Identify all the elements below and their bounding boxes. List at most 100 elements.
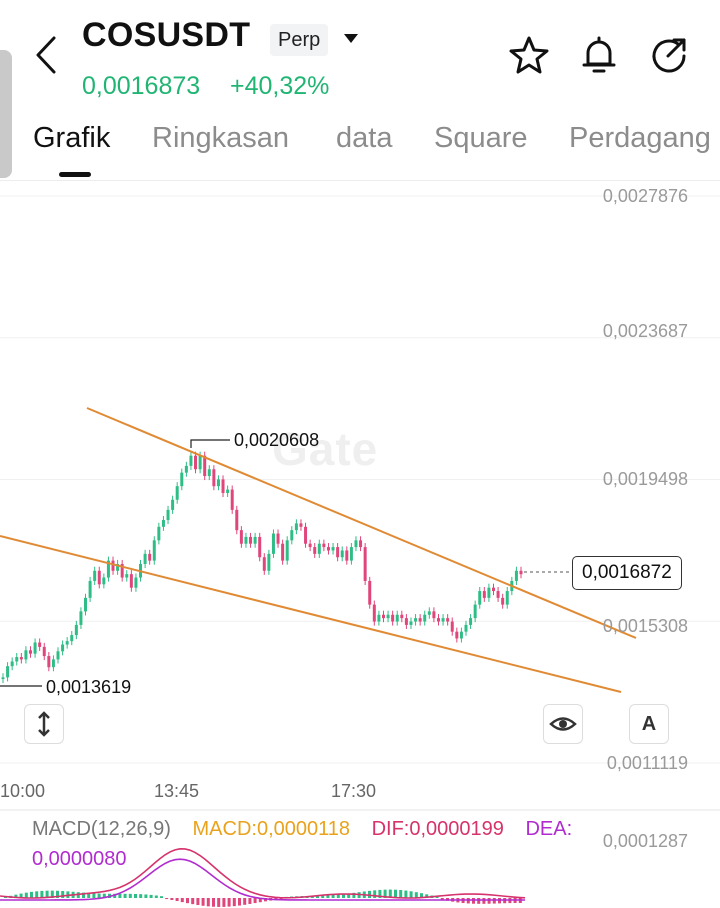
candle-body [491, 587, 495, 592]
price-change-percent: +40,32% [230, 72, 330, 100]
candle-body [152, 540, 156, 561]
macd-histogram-bar [35, 891, 39, 898]
macd-histogram-bar [487, 898, 491, 904]
candle-body [391, 614, 395, 622]
macd-histogram-bar [128, 893, 132, 898]
tab-grafik[interactable]: Grafik [33, 122, 110, 155]
favorite-button[interactable] [508, 34, 550, 76]
candle-body [317, 543, 321, 554]
macd-histogram-bar [477, 898, 481, 904]
vertical-resize-icon [38, 711, 50, 737]
candle-body [56, 651, 60, 660]
candle-body [29, 650, 33, 654]
candle-body [249, 536, 253, 544]
candle-body [38, 642, 42, 647]
bell-icon [582, 36, 616, 73]
candle-body [125, 574, 129, 578]
candle-body [313, 547, 317, 554]
candle-body [418, 618, 422, 622]
candle-body [226, 489, 230, 493]
candle-body [33, 642, 37, 654]
tab-bar: Grafik Ringkasan data Square Perdagang [0, 118, 720, 178]
macd-histogram-bar [30, 891, 33, 898]
back-button[interactable] [30, 30, 66, 80]
resize-chart-button[interactable] [24, 704, 64, 744]
candle-body [258, 536, 262, 558]
candle-body [267, 553, 271, 571]
candle-body [161, 520, 165, 527]
candle-body [239, 530, 243, 544]
price-alert-button[interactable] [578, 34, 620, 76]
macd-histogram-bar [253, 898, 257, 904]
candle-body [436, 618, 440, 622]
high-annotation-leader [190, 439, 230, 448]
macd-histogram-bar [373, 890, 377, 898]
candle-body [276, 533, 280, 544]
candle-body [322, 543, 326, 548]
candle-body [230, 489, 234, 510]
macd-histogram-bar [191, 898, 195, 905]
macd-legend: MACD(12,26,9) MACD:0,0000118 DIF:0,00001… [32, 818, 572, 841]
candle-body [51, 659, 55, 668]
candle-body [409, 621, 413, 625]
candle-body [216, 479, 220, 487]
tab-ringkasan[interactable]: Ringkasan [152, 122, 289, 155]
contract-type-badge[interactable]: Perp [270, 24, 329, 56]
y-tick-label: 0,0019498 [602, 469, 688, 489]
candle-body [478, 591, 482, 605]
candle-body [143, 553, 147, 565]
candle-body [432, 611, 436, 619]
tab-square[interactable]: Square [434, 122, 528, 155]
macd-histogram-bar [196, 898, 200, 906]
lower-trendline [0, 535, 622, 693]
macd-histogram-bar [175, 898, 179, 902]
share-button[interactable] [648, 34, 690, 76]
candle-body [15, 657, 19, 662]
candle-body [262, 557, 266, 571]
back-arrow-icon [36, 36, 56, 74]
tab-perdagangan[interactable]: Perdagang [569, 122, 720, 155]
x-tick-label: 10:00 [0, 781, 46, 801]
candle-body [308, 543, 312, 548]
chevron-down-icon[interactable] [344, 34, 358, 43]
candle-body [464, 624, 468, 632]
candle-body [482, 591, 486, 598]
candle-body [102, 577, 106, 585]
macd-histogram-bar [61, 891, 65, 898]
candle-body [184, 465, 188, 473]
candle-body [359, 540, 363, 548]
eye-icon [549, 717, 577, 731]
macd-histogram-bar [154, 895, 158, 898]
tab-data[interactable]: data [336, 122, 392, 155]
candle-body [331, 547, 335, 551]
candle-body [212, 469, 216, 487]
candle-body [285, 540, 289, 561]
candle-body [469, 618, 473, 625]
auto-scale-button[interactable]: A [629, 704, 669, 744]
macd-histogram-bar [243, 898, 247, 905]
dif-value: DIF:0,0000199 [371, 818, 504, 840]
macd-histogram-bar [399, 890, 403, 898]
candle-body [84, 597, 88, 612]
upper-trendline [86, 407, 637, 639]
candle-body [70, 635, 74, 642]
high-price-annotation: 0,0020608 [234, 430, 320, 450]
toggle-visibility-button[interactable] [543, 704, 583, 744]
candle-body [74, 624, 78, 636]
x-tick-label: 13:45 [154, 781, 200, 801]
candle-body [519, 570, 523, 575]
macd-histogram-bar [170, 898, 174, 901]
candle-body [455, 631, 459, 639]
candle-body [61, 644, 65, 652]
candle-body [207, 469, 211, 477]
candle-body [290, 530, 294, 541]
candle-body [271, 533, 275, 554]
macd-histogram-bar [97, 893, 101, 898]
macd-histogram-bar [118, 893, 122, 898]
candle-body [340, 550, 344, 558]
candle-body [175, 486, 179, 500]
macd-histogram-bar [139, 894, 143, 898]
macd-axis-label: 0,0001287 [602, 831, 688, 851]
candle-body [253, 536, 257, 544]
candle-body [427, 611, 431, 615]
